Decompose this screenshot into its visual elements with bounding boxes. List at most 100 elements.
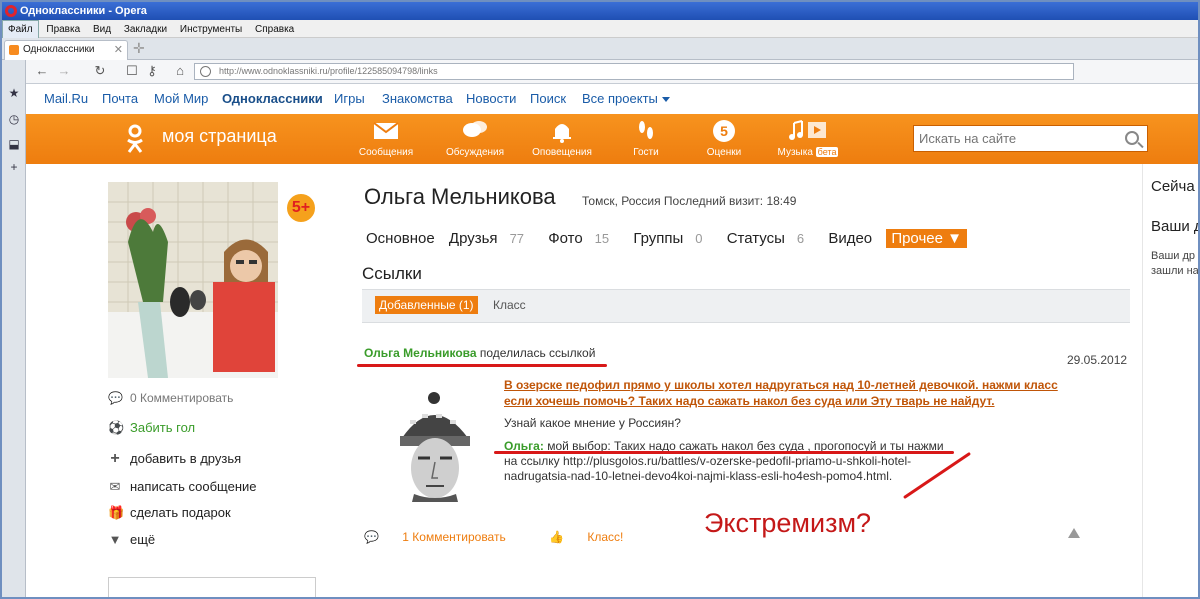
tab-statuses[interactable]: Статусы 6 (727, 230, 814, 247)
window-title: Одноклассники - Opera (20, 5, 147, 17)
post-headline-link[interactable]: В озерске педофил прямо у школы хотел на… (504, 377, 1064, 409)
title-bar: Одноклассники - Opera (2, 2, 1198, 20)
search-input[interactable] (914, 126, 1114, 151)
post-quote: Ольга: мой выбор: Таких надо сажать нако… (504, 439, 944, 483)
new-tab-icon[interactable]: ✛ (133, 40, 145, 56)
add-friend-label: добавить в друзья (130, 451, 242, 466)
ok-logo-icon[interactable] (126, 124, 144, 154)
annotation-text: Экстремизм? (704, 508, 872, 538)
comment-icon: 💬 (364, 530, 379, 544)
photo-count: 15 (594, 231, 610, 246)
search-icon[interactable] (1125, 131, 1139, 145)
photo-comments-link[interactable]: 💬 0 Комментировать (108, 388, 233, 408)
menu-edit[interactable]: Правка (41, 21, 85, 39)
header-ratings[interactable]: 5 Оценки (684, 119, 764, 158)
envelope-icon (373, 122, 399, 139)
bell-icon (553, 124, 571, 143)
history-clock-icon[interactable]: ◷ (7, 112, 21, 126)
comment-link[interactable]: 💬 1 Комментировать (364, 530, 526, 544)
add-panel-icon[interactable]: + (7, 160, 21, 174)
nav-pochta[interactable]: Почта (102, 84, 138, 114)
nav-all-projects[interactable]: Все проекты (582, 84, 670, 114)
nav-moy-mir[interactable]: Мой Мир (154, 84, 208, 114)
tab-video[interactable]: Видео (828, 230, 872, 247)
reload-icon[interactable]: ↻ (92, 63, 108, 79)
post-actions: 💬 1 Комментировать 👍 Класс! (364, 530, 663, 544)
tab-main[interactable]: Основное (366, 230, 435, 247)
menu-file[interactable]: Файл (2, 20, 39, 40)
right-text-2: зашли на (1151, 265, 1198, 277)
comment-bubble-icon: 💬 (108, 391, 123, 405)
nav-poisk[interactable]: Поиск (530, 84, 566, 114)
menu-bar: Файл Правка Вид Закладки Инструменты Спр… (2, 20, 1198, 40)
annotation-underline (357, 364, 607, 367)
key-icon[interactable]: ⚷ (144, 63, 160, 79)
nav-novosti[interactable]: Новости (466, 84, 516, 114)
annotation-underline-2 (494, 451, 954, 454)
plus-icon: + (110, 450, 120, 467)
beta-badge: бета (815, 147, 839, 157)
ok-header: моя страница Сообщения Обсуждения Оповещ… (26, 114, 1198, 164)
menu-bookmarks[interactable]: Закладки (119, 21, 172, 39)
forward-arrow-icon[interactable]: → (56, 63, 72, 79)
profile-name: Ольга Мельникова (364, 184, 556, 209)
stop-icon[interactable]: ☐ (124, 63, 140, 79)
url-text: http://www.odnoklassniki.ru/profile/1225… (219, 66, 438, 76)
home-icon[interactable]: ⌂ (172, 63, 188, 79)
more-link[interactable]: ▼ ещё (108, 530, 156, 550)
profile-meta: Томск, Россия Последний визит: 18:49 (582, 194, 797, 208)
report-warning-icon[interactable] (1068, 528, 1080, 538)
mini-widget-frame (108, 577, 316, 597)
chat-bubbles-icon (463, 121, 487, 137)
menu-view[interactable]: Вид (88, 21, 116, 39)
identikit-sketch[interactable] (384, 390, 492, 502)
tab-more[interactable]: Прочее ▼ (886, 229, 967, 248)
tab-photo[interactable]: Фото 15 (548, 230, 619, 247)
tab-odnoklassniki[interactable]: Одноклассники ✕ (4, 40, 128, 60)
more-label: ещё (130, 532, 156, 547)
back-arrow-icon[interactable]: ← (34, 63, 50, 79)
write-message-label: написать сообщение (130, 479, 257, 494)
give-gift-label: сделать подарок (130, 505, 231, 520)
bookmarks-star-icon[interactable]: ★ (7, 86, 21, 100)
header-notifications[interactable]: Оповещения (522, 119, 602, 158)
close-tab-icon[interactable]: ✕ (114, 41, 123, 59)
post-date: 29.05.2012 (1067, 353, 1128, 367)
nav-igry[interactable]: Игры (334, 84, 365, 114)
header-discussions[interactable]: Обсуждения (435, 119, 515, 158)
subtab-class[interactable]: Класс (493, 298, 526, 312)
menu-tools[interactable]: Инструменты (175, 21, 247, 39)
gift-icon: 🎁 (108, 505, 125, 520)
add-friend-link[interactable]: + добавить в друзья (108, 449, 241, 469)
quote-text: мой выбор: Таких надо сажать накол без с… (504, 439, 944, 483)
statuses-count: 6 (796, 231, 805, 246)
portal-nav: Mail.Ru Почта Мой Мир Одноклассники Игры… (26, 84, 1198, 114)
header-guests[interactable]: Гости (606, 119, 686, 158)
five-rating-icon: 5 (713, 120, 735, 142)
header-music[interactable]: Музыка бета (768, 119, 848, 158)
nav-all-projects-label: Все проекты (582, 91, 658, 106)
url-field[interactable]: http://www.odnoklassniki.ru/profile/1225… (194, 63, 1074, 80)
links-subtabs: Добавленные (1) Класс (362, 289, 1130, 323)
post-author[interactable]: Ольга Мельникова (364, 346, 477, 360)
my-page-title[interactable]: моя страница (162, 126, 277, 147)
profile-photo[interactable] (108, 182, 278, 378)
tab-friends[interactable]: Друзья 77 (449, 230, 534, 247)
nav-mailru[interactable]: Mail.Ru (44, 84, 88, 114)
right-heading-friends: Ваши д (1151, 218, 1198, 235)
header-messages[interactable]: Сообщения (346, 119, 426, 158)
write-message-link[interactable]: ✉ написать сообщение (108, 477, 257, 497)
like-link[interactable]: 👍 Класс! (549, 530, 643, 544)
right-text-1: Ваши др (1151, 250, 1196, 262)
five-plus-badge[interactable]: 5+ (285, 192, 317, 224)
chevron-down-icon (661, 97, 670, 103)
nav-odnoklassniki[interactable]: Одноклассники (222, 84, 323, 114)
tab-groups[interactable]: Группы 0 (633, 230, 712, 247)
subtab-added[interactable]: Добавленные (1) (375, 296, 478, 314)
menu-help[interactable]: Справка (250, 21, 299, 39)
give-gift-link[interactable]: 🎁 сделать подарок (108, 503, 231, 523)
nav-znakomstva[interactable]: Знакомства (382, 84, 453, 114)
favicon-icon (9, 45, 19, 55)
downloads-icon[interactable]: ⬓ (7, 137, 21, 151)
score-goal-link[interactable]: ⚽ Забить гол (108, 418, 195, 438)
